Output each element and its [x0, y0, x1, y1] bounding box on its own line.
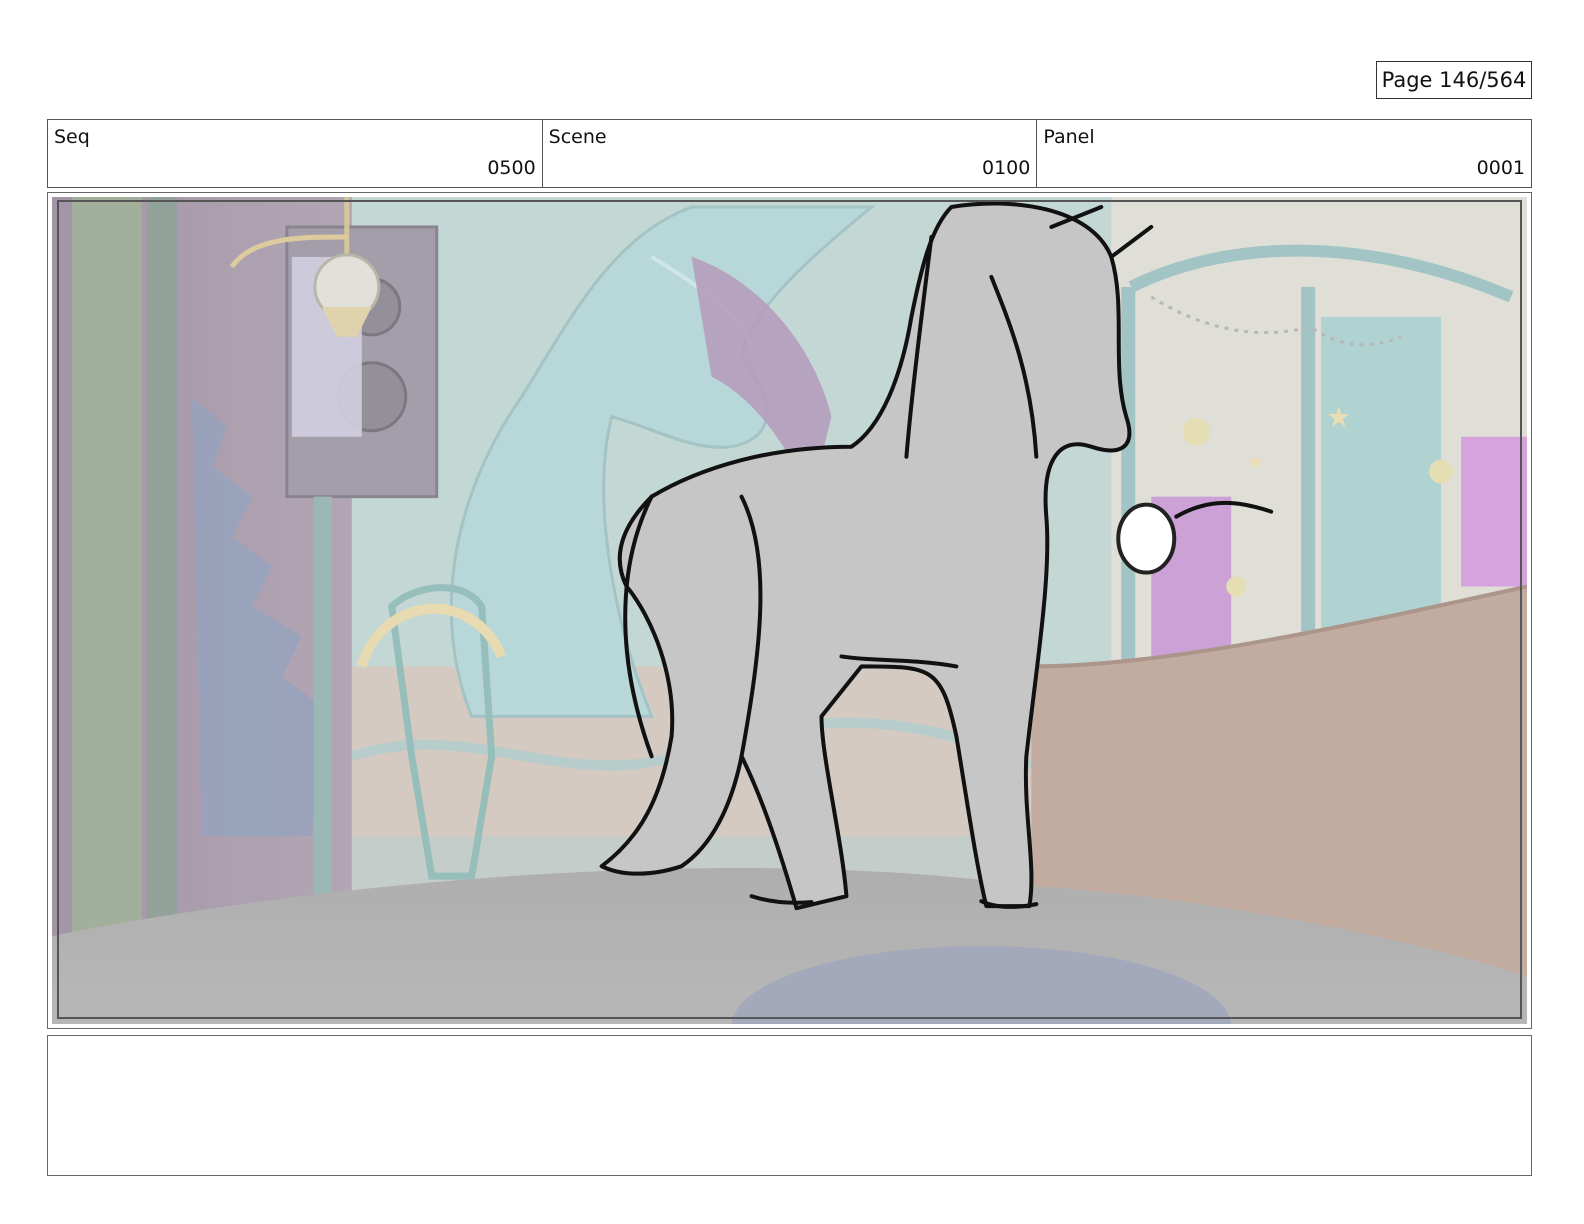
seq-value: 0500 [487, 157, 536, 179]
seq-label: Seq [54, 126, 90, 148]
storyboard-panel-image: ★ ★ [52, 197, 1527, 1024]
storyboard-header: Seq 0500 Scene 0100 Panel 0001 [47, 119, 1532, 188]
egg-bubble [1116, 502, 1177, 575]
scene-cell: Scene 0100 [543, 120, 1038, 187]
panel-notes-box [47, 1035, 1532, 1176]
page-number: Page 146/564 [1376, 61, 1532, 99]
storyboard-panel-frame: ★ ★ [47, 192, 1532, 1029]
panel-value: 0001 [1476, 157, 1526, 179]
panel-label: Panel [1043, 126, 1095, 148]
panel-cell: Panel 0001 [1037, 120, 1531, 187]
scene-label: Scene [548, 126, 607, 148]
seq-cell: Seq 0500 [48, 120, 543, 187]
scene-value: 0100 [981, 157, 1031, 179]
